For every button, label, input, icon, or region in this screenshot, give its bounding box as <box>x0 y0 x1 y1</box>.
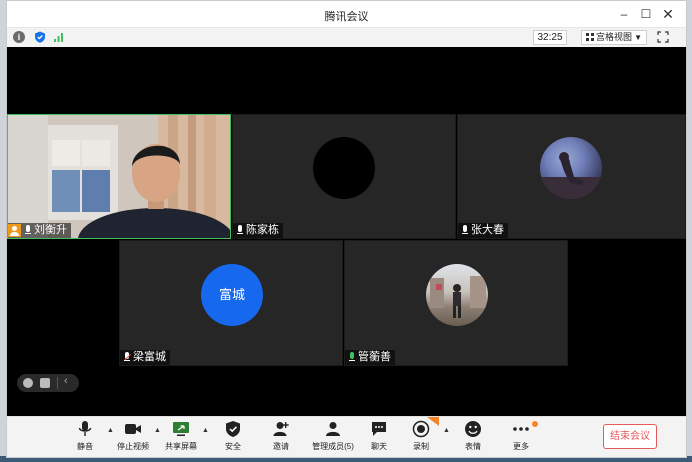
record-label: 录制 <box>413 442 429 451</box>
manage-members-label: 管理成员(5) <box>312 442 354 451</box>
participant-name-tag: 梁富城 <box>120 350 170 365</box>
view-mode-label: 宫格视图 <box>596 32 633 42</box>
quick-chat-pill: ‹ <box>17 374 79 392</box>
end-meeting-button[interactable]: 结束会议 <box>603 424 657 449</box>
chat-button[interactable]: 聊天 <box>357 420 401 456</box>
mute-label: 静音 <box>77 442 93 451</box>
avatar-photo <box>430 276 486 318</box>
meeting-toolbar: 静音 ▲ 停止视频 ▲ 共享屏幕 ▲ 安全 邀请 管理成员(5) 聊天 录制 ▲… <box>7 416 686 457</box>
title-bar: 腾讯会议 – ☐ ✕ <box>7 1 686 27</box>
chat-bubble-icon[interactable] <box>40 378 50 388</box>
avatar-photo <box>540 152 602 199</box>
minimize-button[interactable]: – <box>614 5 634 23</box>
stop-video-button[interactable]: 停止视频 <box>111 420 155 456</box>
microphone-muted-icon <box>123 352 132 363</box>
participant-tile-2[interactable]: 陈家栋 <box>232 114 456 239</box>
window-title: 腾讯会议 <box>324 11 369 23</box>
meeting-timer: 32:25 <box>533 30 567 45</box>
shield-icon <box>226 421 240 437</box>
reactions-label: 表情 <box>465 442 481 451</box>
more-label: 更多 <box>513 442 529 451</box>
meeting-window: 腾讯会议 – ☐ ✕ i 32:25 宫格视图 ▼ 刘衡升 陈家栋 张大春 富城… <box>6 0 687 458</box>
share-screen-label: 共享屏幕 <box>165 442 197 451</box>
info-icon[interactable]: i <box>13 31 25 43</box>
host-badge-icon <box>8 224 21 237</box>
record-icon <box>412 420 430 438</box>
video-camera-icon <box>125 424 141 434</box>
participant-name-tag: 张大春 <box>458 223 508 238</box>
chevron-left-icon[interactable]: ‹ <box>64 375 68 387</box>
avatar: 富城 <box>201 264 263 326</box>
grid-view-icon <box>586 33 594 41</box>
avatar <box>540 137 602 199</box>
chat-bubble-icon <box>372 422 386 436</box>
notification-dot <box>532 421 538 427</box>
participant-name-tag: 陈家栋 <box>233 223 283 238</box>
add-user-icon <box>273 422 289 436</box>
participant-name-tag: 刘衡升 <box>8 223 71 238</box>
participant-name: 陈家栋 <box>246 224 279 236</box>
record-button[interactable]: 录制 <box>399 420 443 456</box>
divider <box>57 377 58 389</box>
signal-icon[interactable] <box>53 31 65 43</box>
maximize-button[interactable]: ☐ <box>636 5 656 23</box>
security-button[interactable]: 安全 <box>211 420 255 456</box>
reactions-button[interactable]: 表情 <box>451 420 495 456</box>
invite-label: 邀请 <box>273 442 289 451</box>
share-screen-icon <box>173 422 189 436</box>
video-grid: 刘衡升 陈家栋 张大春 富城 梁富城 管蘅善 ‹ <box>7 47 686 416</box>
participant-tile-1[interactable]: 刘衡升 <box>7 114 231 239</box>
chevron-down-icon: ▼ <box>634 33 642 42</box>
close-button[interactable]: ✕ <box>658 5 678 23</box>
chevron-up-icon[interactable]: ▲ <box>202 427 209 434</box>
avatar <box>426 264 488 326</box>
participant-name-tag: 管蘅善 <box>345 350 395 365</box>
members-icon <box>326 422 340 436</box>
view-mode-dropdown[interactable]: 宫格视图 ▼ <box>581 30 647 45</box>
microphone-icon <box>461 225 469 236</box>
manage-members-button[interactable]: 管理成员(5) <box>307 420 359 456</box>
participant-tile-5[interactable]: 管蘅善 <box>344 240 568 366</box>
share-screen-button[interactable]: 共享屏幕 <box>159 420 203 456</box>
invite-button[interactable]: 邀请 <box>259 420 303 456</box>
emoji-icon[interactable] <box>23 378 33 388</box>
participant-name: 刘衡升 <box>34 224 67 236</box>
emoji-icon <box>465 421 481 437</box>
chevron-up-icon[interactable]: ▲ <box>443 427 450 434</box>
microphone-active-icon <box>348 352 356 363</box>
stop-video-label: 停止视频 <box>117 442 149 451</box>
meeting-info-bar: i 32:25 宫格视图 ▼ <box>7 27 686 47</box>
participant-tile-3[interactable]: 张大春 <box>457 114 686 239</box>
participant-video-feed <box>8 115 230 238</box>
shield-icon[interactable] <box>34 31 46 43</box>
participant-tile-4[interactable]: 富城 梁富城 <box>119 240 343 366</box>
security-label: 安全 <box>225 442 241 451</box>
microphone-icon <box>236 225 244 236</box>
chat-label: 聊天 <box>371 442 387 451</box>
avatar <box>313 137 375 199</box>
participant-name: 梁富城 <box>133 351 166 363</box>
microphone-icon <box>78 421 92 436</box>
microphone-icon <box>24 225 32 236</box>
participant-name: 张大春 <box>471 224 504 236</box>
fullscreen-icon[interactable] <box>657 31 669 43</box>
desktop-background-right <box>687 0 692 462</box>
participant-name: 管蘅善 <box>358 351 391 363</box>
mute-button[interactable]: 静音 <box>63 420 107 456</box>
more-dots-icon <box>513 427 529 431</box>
